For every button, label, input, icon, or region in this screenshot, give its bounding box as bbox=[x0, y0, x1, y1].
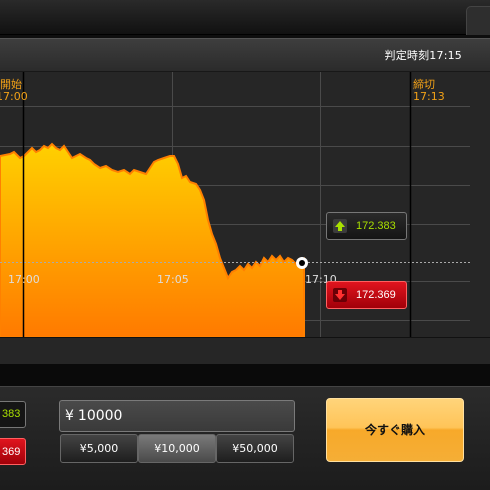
start-marker-label: 開始 17:00 bbox=[0, 78, 28, 103]
time-label-1705: 17:05 bbox=[157, 273, 189, 286]
currency-symbol: ¥ bbox=[65, 408, 74, 424]
mini-low-button[interactable]: 369 bbox=[0, 438, 26, 465]
low-price-box[interactable]: 172.369 bbox=[326, 281, 407, 309]
up-arrow-icon bbox=[333, 219, 347, 233]
amount-value: 10000 bbox=[77, 408, 123, 424]
low-price-value: 172.369 bbox=[356, 289, 396, 301]
amount-input[interactable]: ¥10000 bbox=[59, 400, 295, 432]
time-label-1700: 17:00 bbox=[8, 273, 40, 286]
mini-high-button[interactable]: 383 bbox=[0, 401, 26, 428]
price-chart-svg bbox=[0, 72, 490, 338]
price-area bbox=[0, 142, 305, 338]
high-price-value: 172.383 bbox=[356, 220, 396, 232]
top-bar bbox=[0, 0, 490, 35]
end-marker-label: 締切 17:13 bbox=[413, 78, 445, 103]
preset-10000-button[interactable]: ¥10,000 bbox=[138, 434, 216, 463]
price-chart bbox=[0, 72, 490, 364]
bottom-separator bbox=[0, 364, 490, 386]
preset-50000-button[interactable]: ¥50,000 bbox=[216, 434, 294, 463]
judge-time-label: 判定時刻17:15 bbox=[384, 49, 462, 62]
preset-5000-button[interactable]: ¥5,000 bbox=[60, 434, 138, 463]
buy-now-button[interactable]: 今すぐ購入 bbox=[326, 398, 464, 462]
current-price-dot bbox=[296, 257, 308, 269]
top-tab[interactable] bbox=[466, 6, 490, 35]
high-price-box[interactable]: 172.383 bbox=[326, 212, 407, 240]
down-arrow-icon bbox=[333, 288, 347, 302]
